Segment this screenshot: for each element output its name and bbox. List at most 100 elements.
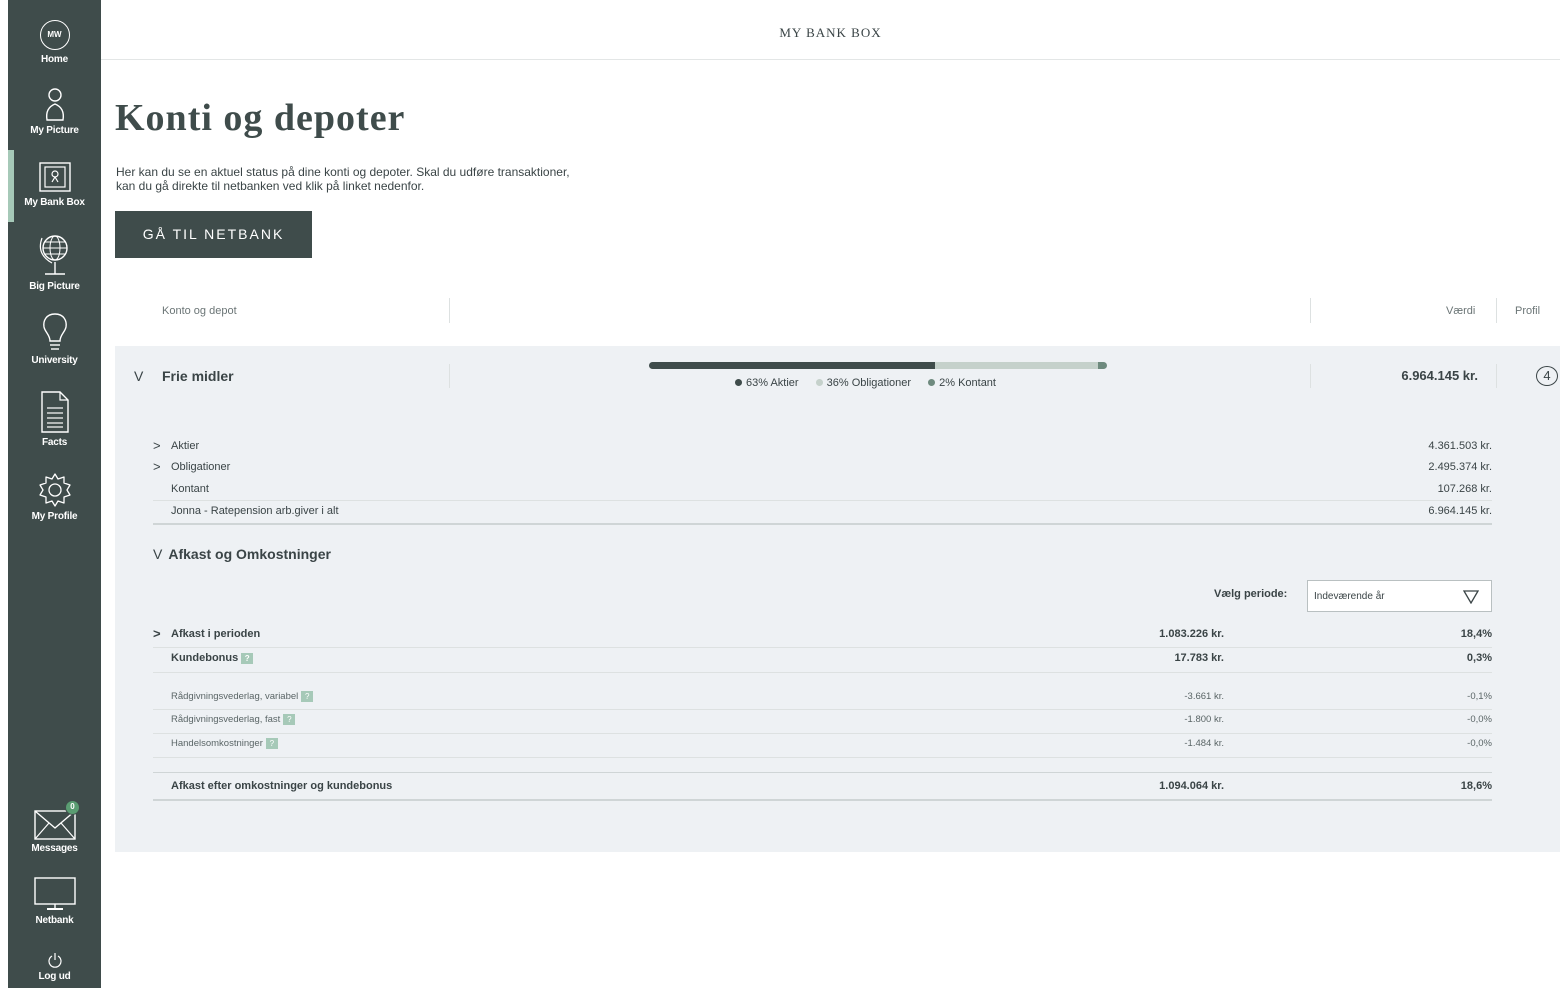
returns-row-percent: 18,4% <box>1460 628 1492 640</box>
legend-item-cash: 2% Kontant <box>928 377 996 389</box>
holding-total-row: Jonna - Ratepension arb.giver i alt 6.96… <box>153 501 1492 525</box>
returns-row-amount: 1.083.226 kr. <box>1159 628 1224 640</box>
sidebar-item-label: Home <box>41 54 68 65</box>
legend-label: 63% Aktier <box>746 377 799 389</box>
holding-value: 4.361.503 kr. <box>1428 440 1492 452</box>
holding-name: Aktier <box>171 440 200 452</box>
column-divider <box>1310 298 1311 323</box>
column-divider <box>449 298 450 323</box>
expand-chevron-icon[interactable]: > <box>153 626 161 641</box>
gear-icon <box>38 473 71 507</box>
returns-row-amount: 1.094.064 kr. <box>1159 780 1224 792</box>
cost-row-label-wrap: Handelsomkostninger? <box>171 738 278 749</box>
column-divider <box>1496 298 1497 323</box>
intro-line: Her kan du se en aktuel status på dine k… <box>116 165 570 179</box>
legend-label: 2% Kontant <box>939 377 996 389</box>
safe-box-icon <box>38 162 71 192</box>
account-group-total: 6.964.145 kr. <box>1401 368 1478 383</box>
globe-icon <box>39 235 68 275</box>
cost-row: Handelsomkostninger? -1.484 kr. -0,0% <box>153 738 1492 758</box>
cost-row-amount: -1.800 kr. <box>1184 714 1224 725</box>
sidebar-item-label: Log ud <box>38 971 71 982</box>
cost-row-label: Handelsomkostninger <box>171 738 263 750</box>
legend-dot-icon <box>928 378 936 386</box>
info-icon[interactable]: ? <box>301 691 314 702</box>
returns-row-label: Afkast efter omkostninger og kundebonus <box>171 780 393 792</box>
cost-row: Rådgivningsvederlag, fast? -1.800 kr. -0… <box>153 714 1492 734</box>
column-divider <box>1496 364 1497 388</box>
sidebar-item-my-profile[interactable]: My Profile <box>8 472 101 522</box>
returns-row-amount: 17.783 kr. <box>1174 652 1224 664</box>
cost-row-label-wrap: Rådgivningsvederlag, variabel? <box>171 691 314 703</box>
sidebar-nav: MW Home My Picture My Bank Box Big Pictu… <box>0 0 101 988</box>
sidebar-item-home[interactable]: MW Home <box>8 20 101 65</box>
holding-name: Kontant <box>171 483 209 495</box>
sidebar-item-my-picture[interactable]: My Picture <box>8 86 101 136</box>
cost-row: Rådgivningsvederlag, variabel? -3.661 kr… <box>153 691 1492 710</box>
intro-line: kan du gå direkte til netbanken ved klik… <box>116 179 425 193</box>
app-title: MY BANK BOX <box>779 25 882 40</box>
allocation-segment-stocks <box>649 362 935 369</box>
legend-item-stocks: 63% Aktier <box>735 377 799 389</box>
sidebar-item-my-bank-box[interactable]: My Bank Box <box>8 150 101 222</box>
holding-name: Obligationer <box>171 461 231 473</box>
person-icon <box>45 88 64 121</box>
avatar: MW <box>39 20 70 50</box>
top-bar: MY BANK BOX <box>101 0 1560 60</box>
sidebar-item-label: Big Picture <box>29 281 80 292</box>
sidebar-item-label: My Profile <box>31 511 78 522</box>
info-icon[interactable]: ? <box>241 652 254 664</box>
cost-row-amount: -1.484 kr. <box>1184 738 1224 749</box>
column-header-account: Konto og depot <box>162 305 237 317</box>
holding-row: Kontant 107.268 kr. <box>153 479 1492 501</box>
cost-row-percent: -0,1% <box>1467 691 1492 702</box>
legend-dot-icon <box>735 378 742 386</box>
holding-row[interactable]: > Aktier 4.361.503 kr. <box>153 436 1492 457</box>
holding-value: 6.964.145 kr. <box>1428 505 1492 517</box>
sidebar-item-label: University <box>31 355 78 366</box>
collapse-chevron-icon[interactable]: V <box>134 368 143 384</box>
allocation-segment-cash <box>1097 362 1107 369</box>
column-divider <box>449 364 450 388</box>
page-title: Konti og depoter <box>115 97 406 139</box>
returns-section-title[interactable]: V Afkast og Omkostninger <box>153 546 331 562</box>
collapse-chevron-icon[interactable]: V <box>153 546 162 562</box>
period-select[interactable]: Indeværende år <box>1307 580 1492 612</box>
column-header-profile: Profil <box>1515 305 1541 317</box>
expand-chevron-icon[interactable]: > <box>153 438 161 453</box>
returns-row-label-wrap: Kundebonus? <box>171 652 254 664</box>
cost-row-label: Rådgivningsvederlag, variabel <box>171 691 299 703</box>
legend-dot-icon <box>815 378 823 386</box>
returns-row: Kundebonus? 17.783 kr. 0,3% <box>153 652 1492 673</box>
go-to-netbank-button[interactable]: GÅ TIL NETBANK <box>115 211 312 258</box>
sidebar-item-university[interactable]: University <box>8 312 101 366</box>
info-icon[interactable]: ? <box>265 738 278 749</box>
returns-row-label: Afkast i perioden <box>171 628 261 640</box>
returns-row[interactable]: > Afkast i perioden 1.083.226 kr. 18,4% <box>153 626 1492 648</box>
divider <box>153 772 1492 773</box>
cost-row-percent: -0,0% <box>1467 738 1492 749</box>
info-icon[interactable]: ? <box>283 714 296 725</box>
cost-row-label: Rådgivningsvederlag, fast <box>171 714 281 726</box>
column-divider <box>1310 364 1311 388</box>
sidebar-item-label: Facts <box>41 437 68 448</box>
sidebar-item-label: My Bank Box <box>24 197 85 208</box>
returns-row-label: Kundebonus <box>171 652 239 664</box>
monitor-icon <box>33 877 76 910</box>
sidebar-item-label: Netbank <box>35 915 74 926</box>
sidebar-item-facts[interactable]: Facts <box>8 390 101 448</box>
cost-row-label-wrap: Rådgivningsvederlag, fast? <box>171 714 296 726</box>
sidebar-item-messages[interactable]: 0 Messages <box>8 800 101 854</box>
sidebar-item-log-out[interactable]: Log ud <box>8 952 101 982</box>
allocation-segment-bonds <box>934 362 1098 369</box>
risk-profile-badge: 4 <box>1536 366 1558 386</box>
holding-name: Jonna - Ratepension arb.giver i alt <box>171 505 339 517</box>
sidebar-item-label: Messages <box>31 843 78 854</box>
sidebar-item-big-picture[interactable]: Big Picture <box>8 232 101 292</box>
expand-chevron-icon[interactable]: > <box>153 459 161 474</box>
holding-row[interactable]: > Obligationer 2.495.374 kr. <box>153 457 1492 478</box>
returns-row-percent: 18,6% <box>1460 780 1492 792</box>
document-icon <box>40 391 69 433</box>
dropdown-triangle-icon <box>1463 590 1479 604</box>
sidebar-item-netbank[interactable]: Netbank <box>8 876 101 926</box>
